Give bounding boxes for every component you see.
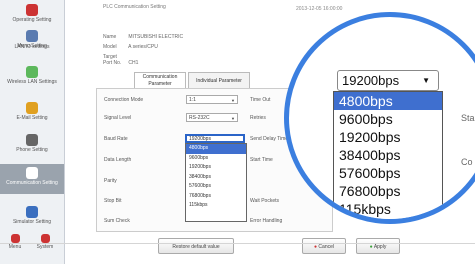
page-title: PLC Communication Setting [103, 4, 166, 10]
dropdown-option[interactable]: 115kbps [334, 200, 442, 218]
select-value: 1:1 [189, 97, 196, 103]
sidebar-item-email-setting[interactable]: E-Mail Setting [0, 102, 64, 121]
simulator-icon [26, 206, 38, 218]
dropdown-option[interactable]: 38400bps [186, 173, 246, 183]
dropdown-option[interactable]: 115kbps [186, 201, 246, 211]
stop-bit-label: Stop Bit [104, 198, 122, 204]
start-time-label: Start Time [250, 157, 273, 163]
sidebar-item-phone-setting[interactable]: Phone Setting [0, 134, 64, 153]
dropdown-option[interactable]: 57600bps [334, 164, 442, 182]
meta-model-row: Model A series/CPU [103, 44, 158, 50]
sidebar-item-wireless-lan[interactable]: Wireless LAN Settings [0, 66, 64, 85]
meta-key: Name [103, 34, 117, 40]
footer-divider [0, 243, 475, 244]
header-date: 2013-12-05 16:00:00 [296, 6, 343, 12]
data-length-label: Data Length [104, 157, 132, 163]
sidebar-item-menu[interactable]: Menu [0, 234, 30, 250]
sidebar-item-label: LAN/IO settings [14, 44, 50, 50]
tab-label: Communication Parameter [142, 74, 178, 87]
sidebar-item-label: Simulator Setting [12, 219, 52, 225]
error-handling-label: Error Handling [250, 218, 283, 224]
sidebar-item-operating-setting[interactable]: Operating Setting [0, 4, 64, 23]
dropdown-option[interactable]: 9600bps [186, 154, 246, 164]
sidebar-item-system[interactable]: System [30, 234, 60, 250]
restore-default-button[interactable]: Restore default value [158, 238, 234, 254]
time-out-label: Time Out [250, 97, 271, 103]
baud-rate-select[interactable]: 19200bps [185, 134, 245, 143]
sidebar-item-label: Operating Setting [12, 17, 52, 23]
magnified-side-label: Sta [461, 113, 475, 123]
mail-icon [26, 102, 38, 114]
operation-icon [26, 4, 38, 16]
baud-rate-dropdown-list: 4800bps 9600bps 19200bps 38400bps 57600b… [185, 143, 247, 222]
tab-individual-parameter[interactable]: Individual Parameter [188, 72, 250, 88]
tab-communication-parameter[interactable]: Communication Parameter [134, 72, 186, 88]
apply-icon: ● [369, 244, 373, 250]
dropdown-option[interactable]: 9600bps [334, 110, 442, 128]
dropdown-option[interactable]: 4800bps [334, 92, 442, 110]
button-label: Apply [373, 244, 387, 250]
select-value: 19200bps [342, 73, 400, 88]
communication-icon [26, 167, 38, 179]
app-window: Operating Setting Menu Setting LAN/IO se… [0, 0, 475, 264]
sidebar-item-label: System [36, 244, 54, 250]
parity-label: Parity [104, 178, 117, 184]
chevron-down-icon: ▼ [422, 76, 430, 85]
signal-level-select[interactable]: RS-232C ▼ [186, 113, 238, 122]
sidebar: Operating Setting Menu Setting LAN/IO se… [0, 0, 65, 264]
sidebar-item-label: Communication Setting [6, 180, 58, 186]
dropdown-option[interactable]: 76800bps [334, 182, 442, 200]
meta-key: Target Port No. [103, 54, 122, 66]
home-icon [10, 234, 20, 243]
cancel-icon: ● [314, 244, 318, 250]
sidebar-item-label: Phone Setting [16, 147, 48, 153]
select-value: RS-232C [189, 115, 210, 121]
apply-button[interactable]: ● Apply [356, 238, 400, 254]
meta-value: MITSUBISHI ELECTRIC [128, 34, 184, 40]
chevron-down-icon: ▼ [231, 116, 235, 121]
connection-mode-label: Connection Mode [104, 97, 144, 103]
dropdown-option[interactable]: 38400bps [334, 146, 442, 164]
button-label: Restore default value [172, 244, 220, 250]
dropdown-option[interactable]: 57600bps [186, 182, 246, 192]
sidebar-item-label: E-Mail Setting [16, 115, 48, 121]
magnified-side-label: Co [461, 157, 473, 167]
button-label: Cancel [318, 244, 334, 250]
system-icon [40, 234, 50, 243]
dropdown-option[interactable]: 4800bps [186, 144, 246, 154]
phone-icon [26, 134, 38, 146]
meta-name-row: Name MITSUBISHI ELECTRIC [103, 34, 183, 40]
select-value: 19200bps [189, 136, 211, 142]
magnified-baud-rate-select[interactable]: 19200bps ▼ [337, 70, 439, 91]
meta-key: Model [103, 44, 117, 50]
sum-check-label: Sum Check [104, 218, 130, 224]
sidebar-item-lan-settings[interactable]: LAN/IO settings [0, 44, 64, 50]
wait-pockets-label: Wait Pockets [250, 198, 279, 204]
cancel-button[interactable]: ● Cancel [302, 238, 346, 254]
wireless-icon [26, 66, 38, 78]
sidebar-item-simulator-setting[interactable]: Simulator Setting [0, 206, 64, 225]
dropdown-option[interactable]: 19200bps [186, 163, 246, 173]
meta-value: CH1 [128, 60, 139, 66]
sidebar-item-communication-setting[interactable]: Communication Setting [0, 164, 64, 194]
sidebar-item-label: Menu [8, 244, 22, 250]
send-delay-label: Send Delay Time [250, 136, 289, 142]
menu-icon [26, 30, 38, 42]
dropdown-option[interactable]: 19200bps [334, 128, 442, 146]
dropdown-option[interactable]: 76800bps [186, 192, 246, 202]
connection-mode-select[interactable]: 1:1 ▼ [186, 95, 238, 104]
retries-label: Retries [250, 115, 266, 121]
meta-port-row: Target Port No. CH1 [103, 54, 138, 66]
magnified-dropdown-list: 4800bps 9600bps 19200bps 38400bps 57600b… [333, 91, 443, 219]
tab-label: Individual Parameter [196, 78, 242, 84]
baud-rate-label: Baud Rate [104, 136, 128, 142]
sidebar-item-label: Wireless LAN Settings [7, 79, 57, 85]
meta-value: A series/CPU [128, 44, 158, 50]
chevron-down-icon: ▼ [231, 98, 235, 103]
signal-level-label: Signal Level [104, 115, 132, 121]
